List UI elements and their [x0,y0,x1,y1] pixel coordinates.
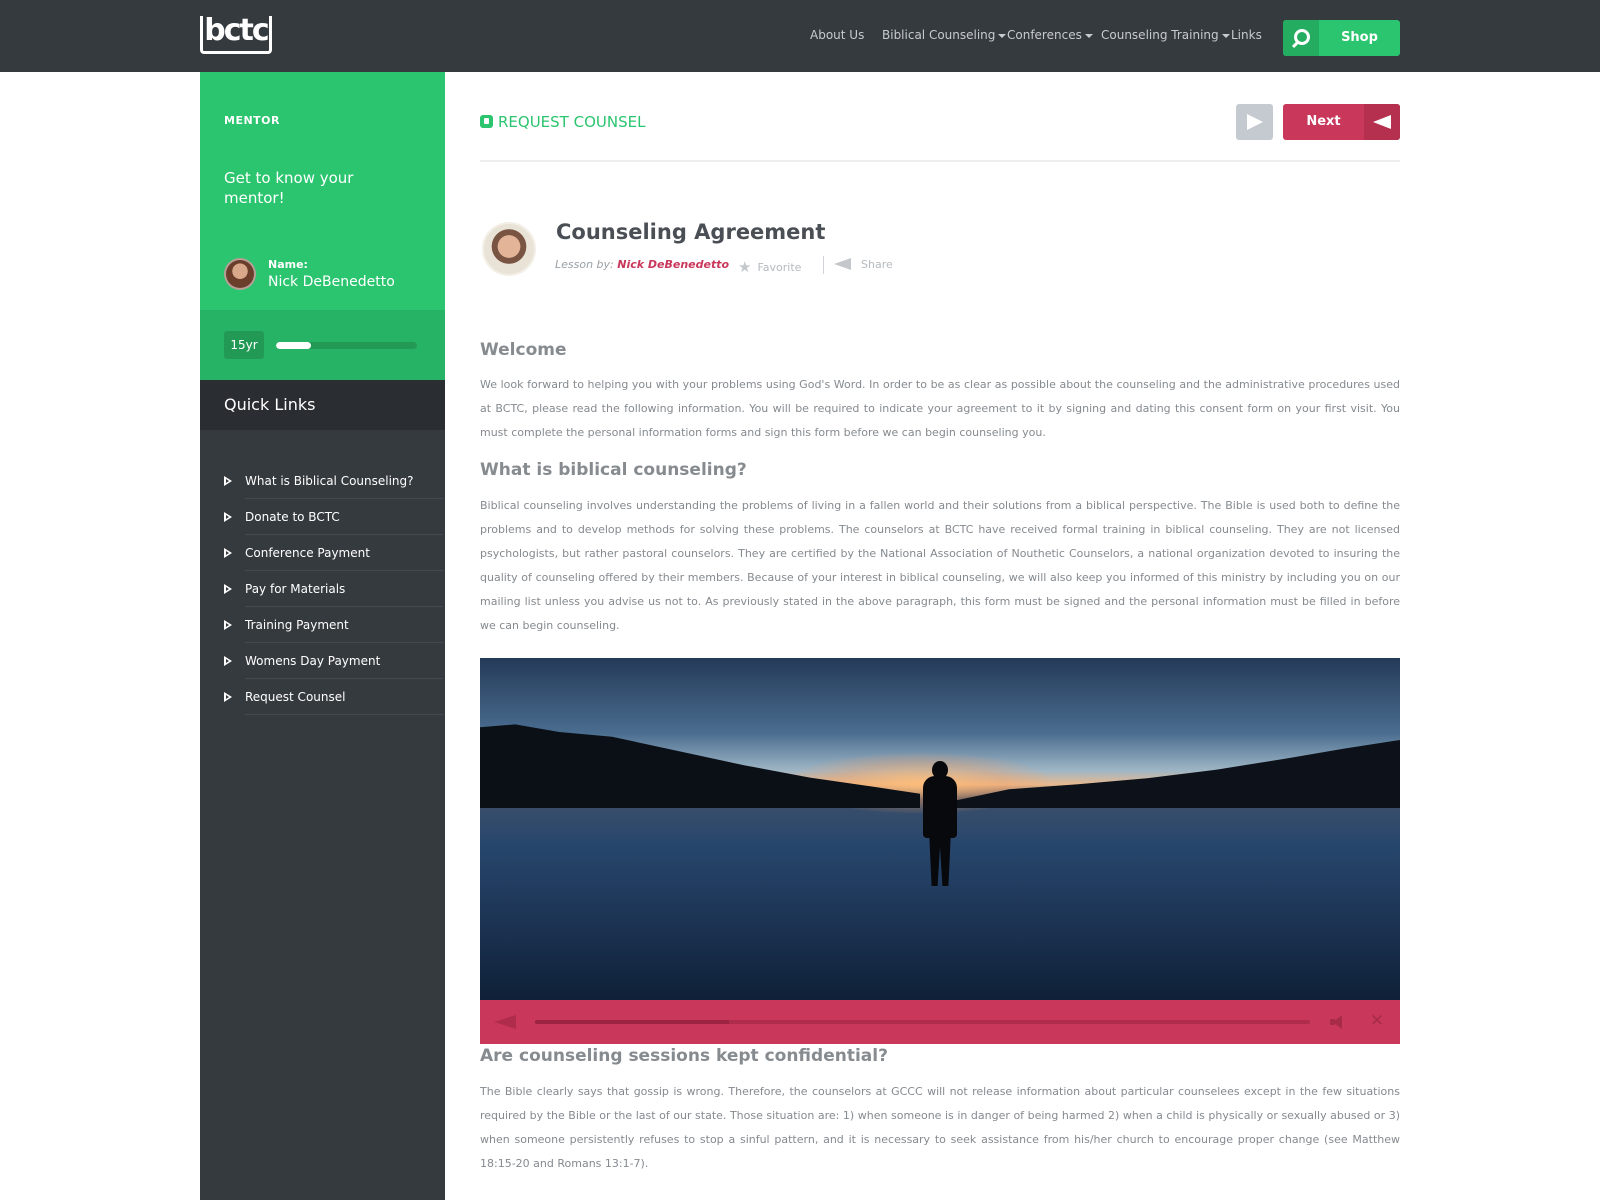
quick-link-request-counsel[interactable]: Request Counsel [200,679,445,715]
lesson-byline: Lesson by: Nick DeBenedetto [555,258,730,271]
play-arrow-icon [224,692,232,702]
nav-biblical-counseling[interactable]: Biblical Counseling [882,28,1007,42]
video-controls: ✕ [480,1000,1400,1044]
divider [480,160,1400,162]
shop-label: Shop [1341,30,1378,45]
quick-link-pay-for-materials[interactable]: Pay for Materials [200,571,445,607]
lesson-title: Counseling Agreement [556,220,826,244]
star-icon: ★ [738,258,752,276]
play-arrow-icon [224,512,232,522]
share-button[interactable]: Share [834,258,893,271]
breadcrumb-request-counsel[interactable]: REQUEST COUNSEL [480,113,645,131]
sidebar: MENTOR Get to know your mentor! Name: Ni… [200,72,445,1200]
video-player[interactable]: ✕ [480,658,1400,1044]
quick-link-what-is-biblical-counseling[interactable]: What is Biblical Counseling? [200,463,445,499]
quick-link-womens-day-payment[interactable]: Womens Day Payment [200,643,445,679]
section-heading: Are counseling sessions kept confidentia… [480,1046,888,1066]
next-button[interactable]: Next [1283,104,1400,140]
video-progress-bar[interactable] [535,1020,1310,1024]
section-body: We look forward to helping you with your… [480,378,1400,439]
chevron-down-icon [1084,33,1093,38]
video-progress-fill [535,1020,729,1024]
fullscreen-icon[interactable]: ✕ [1369,1013,1385,1030]
play-arrow-icon [224,620,232,630]
nav-about-us[interactable]: About Us [810,28,864,42]
mentor-tagline: Get to know your mentor! [224,169,354,207]
quick-links-title: Quick Links [200,380,445,430]
chevron-down-icon [998,33,1007,38]
previous-button[interactable] [1236,104,1273,140]
experience-bar [276,342,417,349]
nav-counseling-training[interactable]: Counseling Training [1101,28,1230,42]
video-figure [923,776,957,838]
quick-link-conference-payment[interactable]: Conference Payment [200,535,445,571]
chevron-down-icon [1221,33,1230,38]
experience-bar-fill [276,342,312,349]
quick-link-training-payment[interactable]: Training Payment [200,607,445,643]
next-label: Next [1306,114,1341,129]
mentor-label: MENTOR [224,114,280,127]
favorite-button[interactable]: ★ Favorite [738,258,801,276]
mentor-panel: MENTOR Get to know your mentor! Name: Ni… [200,72,445,310]
top-navbar: bctc About Us Biblical Counseling Confer… [0,0,1600,72]
volume-icon[interactable] [1330,1014,1348,1030]
quick-link-donate[interactable]: Donate to BCTC [200,499,445,535]
meta-separator [823,256,824,274]
section-heading: What is biblical counseling? [480,460,747,480]
mentor-name-label: Name: [268,258,308,271]
play-arrow-icon [224,476,232,486]
section-body: Biblical counseling involves understandi… [480,499,1400,632]
mentor-name: Nick DeBenedetto [268,274,395,290]
play-arrow-icon [224,656,232,666]
section-heading: Welcome [480,340,567,360]
lesson-author-link[interactable]: Nick DeBenedetto [617,258,729,271]
experience-panel: 15yr [200,310,445,380]
send-icon [1364,104,1400,140]
author-avatar [482,222,536,276]
shop-button[interactable]: Shop [1283,20,1400,56]
quick-links-list: What is Biblical Counseling? Donate to B… [200,463,445,715]
share-icon [834,258,851,270]
nav-conferences[interactable]: Conferences [1007,28,1093,42]
cube-icon [480,115,493,128]
play-arrow-icon [224,548,232,558]
video-frame [480,658,1400,1000]
experience-badge: 15yr [224,331,264,359]
video-figure [929,834,951,886]
play-arrow-icon [224,584,232,594]
main-content: REQUEST COUNSEL Next Counseling Agreemen… [480,72,1400,1200]
nav-links[interactable]: Links [1231,28,1262,42]
section-body: The Bible clearly says that gossip is wr… [480,1085,1400,1170]
search-icon[interactable] [1283,20,1319,56]
mentor-avatar [224,258,256,290]
play-icon[interactable] [494,1015,516,1029]
